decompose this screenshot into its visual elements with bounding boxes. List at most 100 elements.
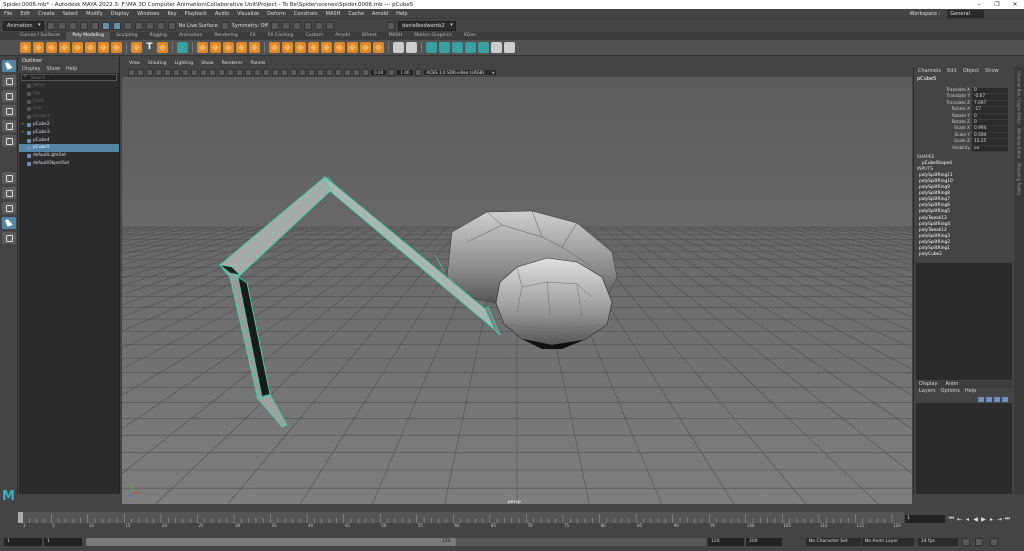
scale-tool-icon[interactable] — [2, 135, 16, 147]
textured-icon[interactable] — [263, 68, 270, 76]
play-backward-icon[interactable]: ◀ — [972, 516, 979, 523]
poly-cylinder-icon[interactable] — [46, 42, 57, 53]
menu-file[interactable]: File — [0, 11, 16, 17]
playback-start-field[interactable]: 1 — [44, 538, 82, 546]
select-object-icon[interactable] — [112, 21, 121, 30]
minimize-button[interactable]: – — [970, 0, 988, 9]
playback-end-field[interactable]: 120 — [708, 538, 744, 546]
menu-set-dropdown[interactable]: Animation — [3, 20, 44, 31]
poly-type-icon[interactable]: T — [144, 42, 155, 53]
depth-of-field-icon[interactable] — [317, 68, 324, 76]
wireframe-icon[interactable] — [227, 68, 234, 76]
scene-start-field[interactable]: 1 — [4, 538, 42, 546]
outliner-search-input[interactable]: Search... — [21, 74, 117, 81]
menu-modify[interactable]: Modify — [82, 11, 107, 17]
menu-display[interactable]: Display — [107, 11, 133, 17]
outliner-menu-help[interactable]: Help — [66, 65, 77, 73]
shelf-tab-rendering[interactable]: Rendering — [208, 32, 243, 40]
boolean-union-icon[interactable] — [223, 42, 234, 53]
view-transform-dropdown[interactable]: ACES 1.0 SDR-video (sRGB) — [423, 69, 497, 75]
grid-icon[interactable] — [164, 68, 171, 76]
render-icon[interactable] — [270, 21, 279, 30]
new-layer-icon[interactable] — [994, 397, 1000, 402]
append-polygon-icon[interactable] — [334, 42, 345, 53]
save-scene-icon[interactable] — [68, 21, 77, 30]
menu-edit[interactable]: Edit — [16, 11, 34, 17]
shelf-tab-sculpting[interactable]: Sculpting — [110, 32, 143, 40]
time-slider[interactable]: 1 5 10 15 20 25 30 35 40 45 50 55 60 65 70 75 80 85 90 95 10… — [18, 508, 904, 528]
use-all-lights-icon[interactable] — [272, 68, 279, 76]
menu-deform[interactable]: Deform — [263, 11, 290, 17]
character-set-dropdown[interactable]: No Character Set — [806, 538, 861, 546]
platonic-icon[interactable] — [111, 42, 122, 53]
multi-cut-icon[interactable] — [347, 42, 358, 53]
current-time-marker[interactable] — [18, 512, 23, 523]
step-forward-frame-icon[interactable]: ▸ — [988, 516, 995, 523]
color-management-icon[interactable] — [414, 68, 422, 76]
film-gate-icon[interactable] — [173, 68, 180, 76]
shelf-tab-mash[interactable]: MASH — [383, 32, 408, 40]
merge-icon[interactable] — [360, 42, 371, 53]
viewport-menu-renderer[interactable]: Renderer — [222, 60, 243, 67]
camera-attributes-icon[interactable] — [137, 68, 144, 76]
channel-box-menu-object[interactable]: Object — [963, 67, 979, 75]
side-tab-modeling-toolkit[interactable]: Modeling Toolkit — [1017, 163, 1022, 195]
planar-map-icon[interactable] — [439, 42, 450, 53]
sculpt-icon[interactable] — [393, 42, 404, 53]
separate-icon[interactable] — [197, 42, 208, 53]
perspective-viewport[interactable]: persp — [122, 77, 912, 504]
viewport-menu-show[interactable]: Show — [201, 60, 213, 67]
live-surface-label[interactable]: No Live Surface — [179, 23, 218, 29]
play-forward-icon[interactable]: ▶ — [980, 516, 987, 523]
animation-prefs-icon[interactable] — [990, 538, 998, 546]
xray-active-components-icon[interactable] — [344, 68, 351, 76]
use-default-material-icon[interactable] — [245, 68, 252, 76]
shadows-icon[interactable] — [281, 68, 288, 76]
single-perspective-layout-icon[interactable] — [2, 172, 16, 184]
shelf-tab-fx-caching[interactable]: FX Caching — [262, 32, 300, 40]
expand-icon[interactable]: + — [21, 121, 25, 129]
outliner-layout-icon[interactable] — [2, 217, 16, 229]
hypershade-icon[interactable] — [303, 21, 312, 30]
safe-title-icon[interactable] — [218, 68, 225, 76]
redo-icon[interactable] — [90, 21, 99, 30]
menu-key[interactable]: Key — [163, 11, 180, 17]
outliner-item[interactable]: pCube5 — [19, 144, 119, 153]
menu-constrain[interactable]: Constrain — [290, 11, 322, 17]
motion-blur-icon[interactable] — [299, 68, 306, 76]
combine-icon[interactable] — [177, 42, 188, 53]
workspace-dropdown[interactable]: General — [947, 10, 984, 18]
soft-select-icon[interactable] — [406, 42, 417, 53]
workspace-selector[interactable]: Workspace : General — [906, 10, 984, 18]
shelf-tab-fx[interactable]: FX — [244, 32, 262, 40]
shelf-tab-xgen[interactable]: XGen — [458, 32, 482, 40]
shelf-tab-curves-surfaces[interactable]: Curves / Surfaces — [14, 32, 66, 40]
spherical-map-icon[interactable] — [478, 42, 489, 53]
svg-icon[interactable] — [157, 42, 168, 53]
smooth-shade-icon[interactable] — [236, 68, 243, 76]
channel-row[interactable]: Visibility on — [914, 145, 1013, 152]
open-scene-icon[interactable] — [57, 21, 66, 30]
menu-audio[interactable]: Audio — [211, 11, 233, 17]
outliner-item[interactable]: persp — [19, 82, 119, 90]
outliner-menu-show[interactable]: Show — [46, 65, 60, 73]
render-settings-icon[interactable] — [292, 21, 301, 30]
poly-torus-icon[interactable] — [72, 42, 83, 53]
boolean-intersection-icon[interactable] — [249, 42, 260, 53]
snap-curve-icon[interactable] — [145, 21, 154, 30]
go-to-start-icon[interactable]: ⏮ — [948, 515, 955, 523]
shelf-tab-custom[interactable]: Custom — [299, 32, 329, 40]
outliner-item[interactable]: + pCube2 — [19, 121, 119, 129]
safe-action-icon[interactable] — [209, 68, 216, 76]
poly-plane-icon[interactable] — [85, 42, 96, 53]
undo-icon[interactable] — [79, 21, 88, 30]
channel-box-menu-channels[interactable]: Channels — [918, 67, 941, 75]
unfold-icon[interactable] — [491, 42, 502, 53]
mirror-icon[interactable] — [269, 42, 280, 53]
new-scene-icon[interactable] — [46, 21, 55, 30]
select-component-icon[interactable] — [123, 21, 132, 30]
fill-hole-icon[interactable] — [321, 42, 332, 53]
side-tab-attribute-editor[interactable]: Attribute Editor — [1017, 128, 1022, 159]
poly-disc-icon[interactable] — [98, 42, 109, 53]
anim-layer-dropdown[interactable]: No Anim Layer — [862, 538, 914, 546]
